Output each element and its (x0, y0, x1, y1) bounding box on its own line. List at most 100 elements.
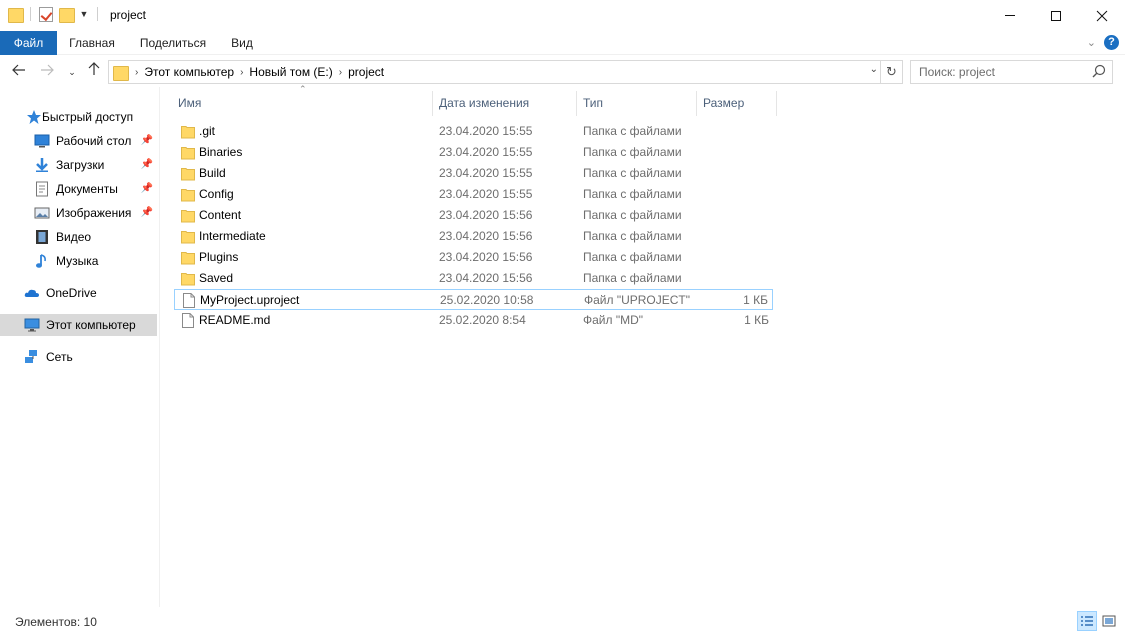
minimize-button[interactable] (987, 0, 1033, 31)
large-icons-view-icon (1102, 615, 1116, 627)
pin-icon[interactable]: 📌 (141, 207, 153, 218)
window-title: project (110, 8, 147, 22)
file-list: ⌃ Имя Дата изменения Тип Размер .git 23.0… (161, 84, 1125, 607)
nav-downloads[interactable]: Загрузки 📌 (0, 154, 157, 176)
up-button[interactable] (84, 62, 104, 82)
column-header-date[interactable]: Дата изменения (433, 91, 577, 116)
forward-arrow-icon (41, 64, 54, 76)
file-name: Intermediate (199, 229, 266, 243)
details-view-icon (1081, 616, 1093, 626)
file-date: 23.04.2020 15:55 (439, 124, 533, 138)
folder-icon (181, 208, 195, 223)
file-name: Plugins (199, 250, 239, 264)
properties-icon[interactable] (39, 6, 53, 22)
nav-label: Быстрый доступ (42, 110, 134, 124)
nav-label: Сеть (46, 350, 73, 364)
file-row[interactable]: README.md 25.02.2020 8:54 Файл "MD" 1 КБ (174, 310, 773, 331)
file-row[interactable]: Build 23.04.2020 15:55 Папка с файлами (174, 163, 773, 184)
folder-icon (113, 64, 129, 81)
pin-icon[interactable]: 📌 (141, 183, 153, 194)
tab-share[interactable]: Поделиться (130, 31, 216, 55)
search-input[interactable] (911, 61, 1086, 83)
file-icon (182, 293, 196, 308)
column-header-type[interactable]: Тип (577, 91, 697, 116)
file-row[interactable]: Content 23.04.2020 15:56 Папка с файлами (174, 205, 773, 226)
status-bar: Элементов: 10 (0, 607, 1125, 634)
file-row[interactable]: .git 23.04.2020 15:55 Папка с файлами (174, 121, 773, 142)
nav-videos[interactable]: Видео (0, 226, 157, 248)
breadcrumb-arrow-icon[interactable]: › (240, 67, 243, 78)
file-row[interactable]: Binaries 23.04.2020 15:55 Папка с файлами (174, 142, 773, 163)
file-date: 23.04.2020 15:56 (439, 208, 533, 222)
close-icon (1096, 10, 1108, 21)
quick-access-toolbar: ▼ (8, 6, 100, 23)
pin-icon[interactable]: 📌 (141, 159, 153, 170)
file-row[interactable]: Intermediate 23.04.2020 15:56 Папка с файл… (174, 226, 773, 247)
pin-icon[interactable]: 📌 (141, 135, 153, 146)
column-header-size[interactable]: Размер (697, 91, 777, 116)
nav-quick-access[interactable]: Быстрый доступ (0, 106, 157, 128)
tab-view[interactable]: Вид (222, 31, 262, 55)
customize-toolbar-dropdown-icon[interactable]: ▼ (79, 9, 89, 19)
title-bar: ▼ project (0, 0, 1125, 31)
file-name: MyProject.uproject (200, 293, 300, 307)
cloud-icon (24, 285, 40, 301)
file-date: 25.02.2020 10:58 (440, 293, 534, 307)
file-type: Папка с файлами (583, 187, 682, 201)
nav-network[interactable]: Сеть (0, 346, 157, 368)
address-dropdown-icon[interactable]: ⌄ (870, 64, 878, 75)
file-row[interactable]: MyProject.uproject 25.02.2020 10:58 Файл "… (174, 289, 773, 310)
file-type: Папка с файлами (583, 124, 682, 138)
file-date: 23.04.2020 15:55 (439, 166, 533, 180)
file-row[interactable]: Saved 23.04.2020 15:56 Папка с файлами (174, 268, 773, 289)
nav-label: Этот компьютер (46, 318, 136, 332)
recent-locations-button[interactable]: ⌄ (62, 62, 82, 82)
nav-documents[interactable]: Документы 📌 (0, 178, 157, 200)
folder-icon (181, 187, 195, 202)
file-name: Content (199, 208, 242, 222)
tab-home[interactable]: Главная (57, 31, 127, 55)
nav-onedrive[interactable]: OneDrive (0, 282, 157, 304)
nav-music[interactable]: Музыка (0, 250, 157, 272)
desktop-icon (34, 133, 50, 149)
file-row[interactable]: Config 23.04.2020 15:55 Папка с файлами (174, 184, 773, 205)
file-type: Папка с файлами (583, 250, 682, 264)
breadcrumb-this-pc[interactable]: Этот компьютер (144, 65, 234, 79)
column-header-name[interactable]: Имя (172, 91, 433, 116)
file-icon (181, 313, 195, 328)
ribbon-tabs: Файл Главная Поделиться Вид ⌄ ? (0, 31, 1125, 55)
breadcrumb-drive[interactable]: Новый том (E:) (249, 65, 332, 79)
window-controls (987, 0, 1125, 31)
address-bar[interactable]: › Этот компьютер › Новый том (E:) › proj… (108, 60, 881, 84)
close-button[interactable] (1079, 0, 1125, 31)
nav-label: Музыка (56, 254, 99, 268)
nav-label: Загрузки (56, 158, 105, 172)
folder-icon (181, 124, 195, 139)
back-button[interactable] (9, 62, 29, 82)
maximize-button[interactable] (1033, 0, 1079, 31)
nav-pictures[interactable]: Изображения 📌 (0, 202, 157, 224)
file-name: Config (199, 187, 234, 201)
up-arrow-icon (88, 62, 100, 75)
new-folder-icon[interactable] (59, 6, 75, 23)
file-name: Build (199, 166, 226, 180)
breadcrumb-current-folder[interactable]: project (348, 65, 384, 79)
file-date: 23.04.2020 15:55 (439, 145, 533, 159)
large-icons-view-button[interactable] (1099, 611, 1119, 631)
file-row[interactable]: Plugins 23.04.2020 15:56 Папка с файлами (174, 247, 773, 268)
forward-button[interactable] (37, 62, 57, 82)
breadcrumb-arrow-icon[interactable]: › (135, 67, 138, 78)
folder-icon (181, 250, 195, 265)
file-name: Saved (199, 271, 234, 285)
tab-file[interactable]: Файл (0, 31, 57, 55)
file-name: README.md (199, 313, 271, 327)
nav-this-pc[interactable]: Этот компьютер (0, 314, 157, 336)
expand-ribbon-chevron-icon[interactable]: ⌄ (1087, 36, 1096, 49)
refresh-button[interactable]: ↻ (881, 60, 903, 84)
breadcrumb-arrow-icon[interactable]: › (339, 67, 342, 78)
search-icon (1092, 64, 1106, 78)
details-view-button[interactable] (1077, 611, 1097, 631)
search-box[interactable] (910, 60, 1113, 84)
help-icon[interactable]: ? (1104, 35, 1119, 50)
nav-desktop[interactable]: Рабочий стол 📌 (0, 130, 157, 152)
